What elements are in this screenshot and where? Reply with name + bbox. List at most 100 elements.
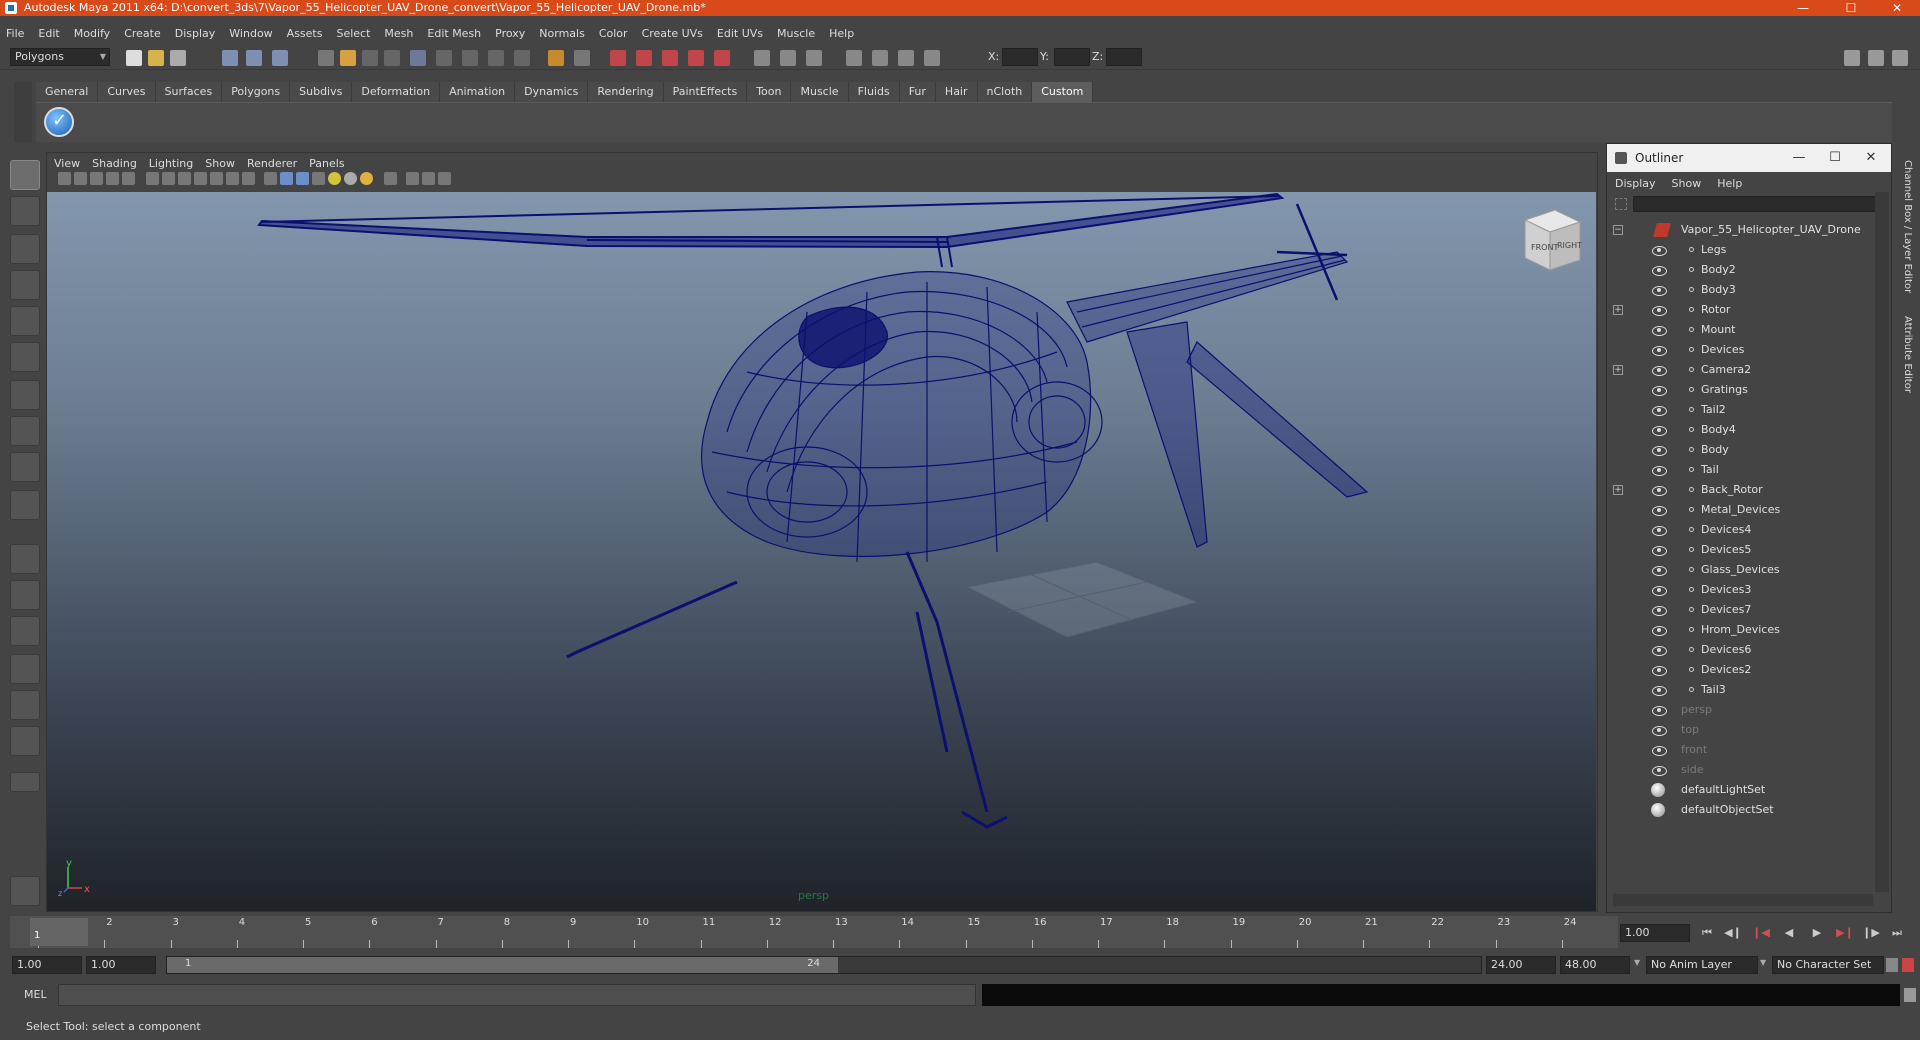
text-annotation-icon[interactable] xyxy=(242,172,255,185)
tab-hair[interactable]: Hair xyxy=(935,82,978,102)
outliner-menu-display[interactable]: Display xyxy=(1615,177,1656,190)
film-gate-icon[interactable] xyxy=(146,172,159,185)
range-slider[interactable]: 1 24 xyxy=(166,956,1482,974)
menu-muscle[interactable]: Muscle xyxy=(777,27,815,40)
step-back-frame-icon[interactable]: ◀❙ xyxy=(1724,926,1742,940)
tab-general[interactable]: General xyxy=(36,82,99,102)
field-chart-icon[interactable] xyxy=(194,172,207,185)
tree-item-devices4[interactable]: Devices4 xyxy=(1607,520,1873,540)
tab-muscle[interactable]: Muscle xyxy=(791,82,849,102)
snap-point-icon[interactable] xyxy=(662,50,678,66)
single-perspective-layout-icon[interactable] xyxy=(10,544,40,574)
select-by-component-icon[interactable] xyxy=(272,50,288,66)
tree-item-hrom-devices[interactable]: Hrom_Devices xyxy=(1607,620,1873,640)
animation-preferences-icon[interactable] xyxy=(1902,958,1914,972)
image-plane-icon[interactable] xyxy=(106,172,119,185)
filter-icon[interactable] xyxy=(1615,198,1627,210)
tab-curves[interactable]: Curves xyxy=(98,82,156,102)
custom-script-icon[interactable] xyxy=(44,107,74,137)
xray-components-icon[interactable] xyxy=(438,172,451,185)
viewport-menu-shading[interactable]: Shading xyxy=(92,157,137,170)
command-input[interactable] xyxy=(58,984,976,1006)
viewport-menu-renderer[interactable]: Renderer xyxy=(247,157,297,170)
tab-ncloth[interactable]: nCloth xyxy=(977,82,1033,102)
tab-rendering[interactable]: Rendering xyxy=(588,82,664,102)
vertex-mask-icon[interactable] xyxy=(318,50,334,66)
tree-item-back-rotor[interactable]: + Back_Rotor xyxy=(1607,480,1873,500)
toggle-tool-settings-icon[interactable] xyxy=(1868,50,1884,66)
menu-color[interactable]: Color xyxy=(599,27,628,40)
tree-item-side[interactable]: side xyxy=(1607,760,1873,780)
bookmark-icon[interactable] xyxy=(90,172,103,185)
save-scene-icon[interactable] xyxy=(170,50,186,66)
grid-toggle-icon[interactable] xyxy=(122,172,135,185)
default-light-icon[interactable] xyxy=(360,172,373,185)
render-frame-icon[interactable] xyxy=(780,50,796,66)
misc-mask-icon[interactable] xyxy=(514,50,530,66)
tree-item-front[interactable]: front xyxy=(1607,740,1873,760)
playback-end-field[interactable]: 24.00 xyxy=(1486,956,1556,974)
tree-item-rotor[interactable]: + Rotor xyxy=(1607,300,1873,320)
last-tool-icon[interactable] xyxy=(10,490,40,520)
persp-graph-hypergraph-layout-icon[interactable] xyxy=(10,726,40,756)
four-view-layout-icon[interactable] xyxy=(10,580,40,610)
outliner-horizontal-scrollbar[interactable] xyxy=(1613,894,1873,906)
perspective-viewport[interactable]: FRONT RIGHT xyxy=(47,192,1596,911)
menu-edit[interactable]: Edit xyxy=(38,27,59,40)
menu-file[interactable]: File xyxy=(6,27,24,40)
gate-mask-icon[interactable] xyxy=(178,172,191,185)
menu-normals[interactable]: Normals xyxy=(539,27,585,40)
face-mask-icon[interactable] xyxy=(340,50,356,66)
shelf-menu-strip[interactable] xyxy=(14,82,32,142)
use-all-lights-icon[interactable] xyxy=(328,172,341,185)
tree-item-body3[interactable]: Body3 xyxy=(1607,280,1873,300)
persp-graph-layout-icon[interactable] xyxy=(10,654,40,684)
outliner-title-bar[interactable]: Outliner — ☐ ✕ xyxy=(1607,144,1891,172)
manipulator-tool-icon[interactable] xyxy=(10,380,40,410)
snap-view-plane-icon[interactable] xyxy=(688,50,704,66)
wireframe-icon[interactable] xyxy=(264,172,277,185)
menu-mesh[interactable]: Mesh xyxy=(384,27,413,40)
tree-item-persp[interactable]: persp xyxy=(1607,700,1873,720)
select-camera-icon[interactable] xyxy=(58,172,71,185)
menu-set-dropdown[interactable]: Polygons ▼ xyxy=(10,48,110,66)
viewport-menu-lighting[interactable]: Lighting xyxy=(149,157,193,170)
tab-fluids[interactable]: Fluids xyxy=(848,82,900,102)
smooth-shade-icon[interactable] xyxy=(280,172,293,185)
render-mask-icon[interactable] xyxy=(488,50,504,66)
tree-item-devices7[interactable]: Devices7 xyxy=(1607,600,1873,620)
new-scene-icon[interactable] xyxy=(126,50,142,66)
current-frame-field[interactable]: 1.00 xyxy=(1620,924,1690,942)
surface-mask-icon[interactable] xyxy=(410,50,426,66)
tree-item-camera2[interactable]: + Camera2 xyxy=(1607,360,1873,380)
edge-mask-icon[interactable] xyxy=(384,50,400,66)
outliner-minimize-button[interactable]: — xyxy=(1781,144,1817,172)
channel-box-tab[interactable]: Channel Box / Layer Editor xyxy=(1902,160,1913,293)
auto-key-icon[interactable] xyxy=(1886,958,1898,972)
point-mask-icon[interactable] xyxy=(362,50,378,66)
snap-grid-icon[interactable] xyxy=(610,50,626,66)
playback-start-field[interactable]: 1.00 xyxy=(86,956,156,974)
tree-item-gratings[interactable]: Gratings xyxy=(1607,380,1873,400)
safe-title-icon[interactable] xyxy=(226,172,239,185)
expand-icon[interactable]: + xyxy=(1613,485,1623,495)
tab-surfaces[interactable]: Surfaces xyxy=(155,82,223,102)
render-view-icon[interactable] xyxy=(898,50,914,66)
outliner-maximize-button[interactable]: ☐ xyxy=(1817,144,1853,172)
lock-selection-icon[interactable] xyxy=(548,50,564,66)
wireframe-on-shaded-icon[interactable] xyxy=(296,172,309,185)
tab-toon[interactable]: Toon xyxy=(747,82,792,102)
tree-item-legs[interactable]: Legs xyxy=(1607,240,1873,260)
command-language-label[interactable]: MEL xyxy=(24,988,47,1001)
tab-fur[interactable]: Fur xyxy=(899,82,936,102)
tree-item-body4[interactable]: Body4 xyxy=(1607,420,1873,440)
persp-outliner-layout-icon[interactable] xyxy=(10,616,40,646)
animation-end-field[interactable]: 48.00 xyxy=(1560,956,1630,974)
xray-joints-icon[interactable] xyxy=(422,172,435,185)
lasso-tool-icon[interactable] xyxy=(10,196,40,226)
shadows-icon[interactable] xyxy=(344,172,357,185)
tree-item-devices6[interactable]: Devices6 xyxy=(1607,640,1873,660)
tree-item-default-object-set[interactable]: defaultObjectSet xyxy=(1607,800,1873,820)
menu-proxy[interactable]: Proxy xyxy=(495,27,525,40)
resolution-gate-icon[interactable] xyxy=(162,172,175,185)
